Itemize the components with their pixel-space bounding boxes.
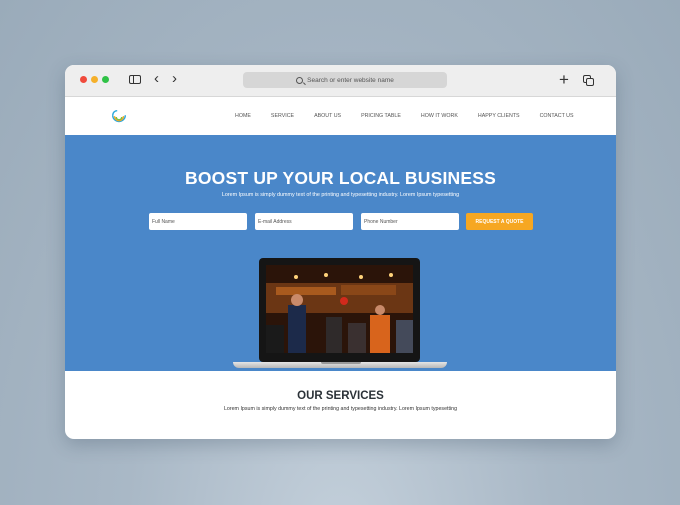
forward-arrow-icon[interactable]: › — [172, 71, 177, 86]
nav-pricing-table[interactable]: PRICING TABLE — [361, 113, 401, 119]
laptop-notch — [321, 362, 361, 364]
tab-overview-icon[interactable] — [583, 75, 594, 86]
hero-subtitle: Lorem Ipsum is simply dummy text of the … — [221, 192, 460, 198]
nav-links: HOME SERVICE ABOUT US PRICING TABLE HOW … — [235, 97, 594, 135]
nav-about-us[interactable]: ABOUT US — [314, 113, 341, 119]
site-navbar: HOME SERVICE ABOUT US PRICING TABLE HOW … — [65, 97, 616, 135]
hero-title: BOOST UP YOUR LOCAL BUSINESS — [185, 168, 496, 188]
nav-home[interactable]: HOME — [235, 113, 251, 119]
nav-contact-us[interactable]: CONTACT US — [540, 113, 574, 119]
address-placeholder: Search or enter website name — [307, 76, 394, 84]
site-logo-icon[interactable] — [110, 108, 128, 126]
sidebar-toggle-icon[interactable] — [129, 75, 141, 84]
phone-field[interactable]: Phone Number — [361, 213, 459, 230]
browser-window: ‹ › Search or enter website name + HOME … — [65, 65, 616, 439]
email-field[interactable]: E-mail Address — [255, 213, 353, 230]
browser-toolbar: ‹ › Search or enter website name + — [65, 65, 616, 97]
address-bar[interactable]: Search or enter website name — [243, 72, 447, 88]
nav-happy-clients[interactable]: HAPPY CLIENTS — [478, 113, 520, 119]
services-subtitle: Lorem Ipsum is simply dummy text of the … — [223, 406, 458, 412]
request-quote-button[interactable]: REQUEST A QUOTE — [466, 213, 533, 230]
new-tab-icon[interactable]: + — [559, 71, 569, 88]
close-window-button[interactable] — [80, 76, 87, 83]
laptop-mockup — [259, 258, 420, 362]
services-title: OUR SERVICES — [297, 390, 384, 402]
full-name-field[interactable]: Full Name — [149, 213, 247, 230]
maximize-window-button[interactable] — [102, 76, 109, 83]
minimize-window-button[interactable] — [91, 76, 98, 83]
hero-section: BOOST UP YOUR LOCAL BUSINESS Lorem Ipsum… — [65, 135, 616, 371]
back-arrow-icon[interactable]: ‹ — [154, 71, 159, 86]
restaurant-photo — [266, 265, 413, 353]
search-icon — [296, 76, 304, 84]
nav-how-it-work[interactable]: HOW IT WORK — [421, 113, 458, 119]
nav-service[interactable]: SERVICE — [271, 113, 294, 119]
